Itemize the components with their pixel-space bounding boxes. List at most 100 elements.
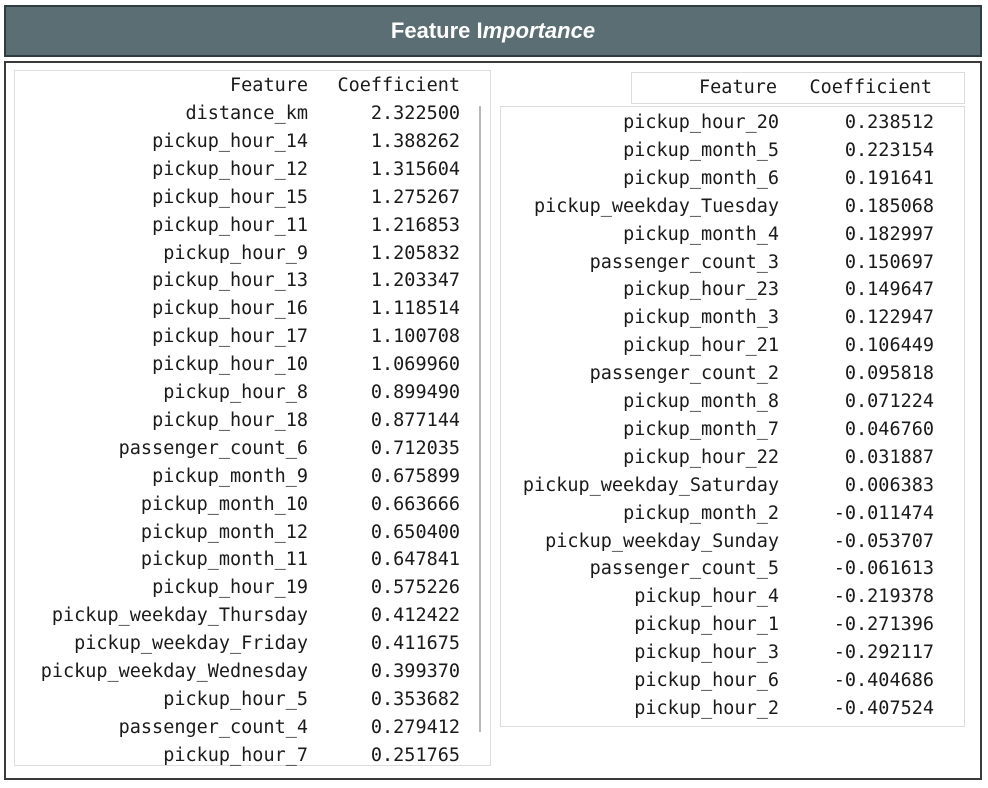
feature-cell: passenger_count_4 (118, 716, 308, 738)
coefficient-cell: 0.399370 (370, 661, 460, 682)
coefficient-cell: 0.899490 (370, 382, 460, 403)
coefficient-cell: 0.106449 (844, 335, 934, 357)
feature-cell: pickup_hour_15 (152, 186, 308, 208)
coefficient-cell: -0.219378 (833, 586, 934, 608)
coefficient-cell: -0.292117 (833, 642, 934, 664)
feature-cell: pickup_hour_13 (152, 270, 308, 292)
coefficient-cell: 0.191641 (844, 167, 934, 189)
feature-cell: pickup_month_5 (623, 139, 779, 161)
feature-cell: pickup_hour_18 (152, 409, 308, 431)
feature-cell: pickup_month_12 (140, 521, 308, 543)
feature-cell: pickup_hour_4 (634, 586, 779, 608)
feature-cell: pickup_hour_12 (152, 158, 308, 180)
coefficient-cell: -0.404686 (833, 670, 934, 691)
coefficient-cell: 0.149647 (844, 279, 934, 301)
coefficient-cell: 0.712035 (370, 437, 460, 459)
coefficient-cell: -0.061613 (833, 558, 934, 580)
coefficient-cell: 0.031887 (844, 446, 934, 468)
feature-cell: pickup_hour_2 (634, 697, 779, 719)
coefficient-cell: -0.011474 (833, 502, 934, 524)
feature-cell: pickup_weekday_Wednesday (40, 661, 308, 682)
feature-cell: pickup_hour_6 (634, 670, 779, 691)
feature-cell: pickup_weekday_Thursday (51, 605, 308, 627)
feature-cell: passenger_count_2 (589, 363, 779, 385)
feature-cell: passenger_count_6 (118, 437, 308, 459)
coefficient-cell: -0.407524 (833, 697, 934, 719)
left-table-panel: Feature Coefficient distance_km 2.322500 p… (14, 70, 491, 766)
right-header-coefficient: Coefficient (809, 77, 932, 98)
coefficient-cell: 0.279412 (370, 716, 460, 738)
feature-cell: pickup_hour_5 (163, 688, 308, 710)
coefficient-cell: 1.205832 (370, 242, 460, 264)
feature-cell: pickup_month_6 (623, 167, 779, 189)
feature-cell: pickup_weekday_Friday (74, 633, 308, 655)
coefficient-cell: -0.271396 (833, 614, 934, 636)
coefficient-cell: 0.006383 (844, 474, 934, 496)
coefficient-cell: 1.315604 (370, 158, 460, 180)
right-table-header: Feature Coefficient (631, 72, 965, 104)
feature-cell: distance_km (185, 103, 308, 124)
feature-cell: passenger_count_3 (589, 251, 779, 273)
feature-cell: pickup_hour_8 (163, 382, 308, 403)
coefficient-cell: 1.216853 (370, 214, 460, 236)
coefficient-cell: 1.203347 (370, 270, 460, 292)
feature-cell: pickup_hour_9 (163, 242, 308, 264)
feature-cell: pickup_weekday_Saturday (522, 474, 779, 496)
feature-cell: passenger_count_5 (589, 558, 779, 580)
feature-cell: pickup_month_10 (140, 493, 308, 515)
coefficient-cell: 0.223154 (844, 139, 934, 161)
feature-cell: pickup_hour_23 (623, 279, 779, 301)
right-header-feature: Feature (699, 77, 777, 98)
feature-cell: pickup_month_3 (623, 307, 779, 329)
feature-cell: pickup_hour_21 (623, 335, 779, 357)
feature-cell: pickup_month_8 (623, 391, 779, 412)
coefficient-cell: 1.100708 (370, 326, 460, 348)
coefficient-cell: 0.575226 (370, 577, 460, 599)
tables-container: Feature Coefficient distance_km 2.322500 p… (4, 61, 982, 780)
feature-cell: pickup_hour_16 (152, 298, 308, 320)
feature-cell: pickup_hour_14 (152, 130, 308, 152)
coefficient-cell: 0.251765 (370, 744, 460, 766)
coefficient-cell: 0.185068 (844, 195, 934, 217)
left-header-feature: Feature (230, 75, 308, 96)
coefficient-cell: 0.182997 (844, 223, 934, 245)
coefficient-cell: 0.877144 (370, 409, 460, 431)
title-bar: Feature Importance (4, 5, 982, 57)
coefficient-cell: 0.675899 (370, 465, 460, 487)
left-header-coefficient: Coefficient (337, 75, 460, 96)
coefficient-cell: 0.122947 (844, 307, 934, 329)
coefficient-cell: 0.647841 (370, 549, 460, 571)
feature-cell: pickup_hour_19 (152, 577, 308, 599)
coefficient-cell: 1.275267 (370, 186, 460, 208)
feature-cell: pickup_hour_3 (634, 642, 779, 664)
coefficient-cell: 1.118514 (370, 298, 460, 320)
feature-cell: pickup_weekday_Sunday (545, 530, 779, 552)
coefficient-cell: 0.663666 (370, 493, 460, 515)
coefficient-cell: 0.353682 (370, 688, 460, 710)
coefficient-cell: 0.411675 (370, 633, 460, 655)
feature-cell: pickup_hour_17 (152, 326, 308, 348)
feature-cell: pickup_hour_20 (623, 112, 779, 133)
feature-cell: pickup_hour_11 (152, 214, 308, 236)
right-table-panel: pickup_hour_20 0.238512 pickup_month_5 0.22… (500, 106, 965, 727)
coefficient-cell: 0.650400 (370, 521, 460, 543)
coefficient-cell: -0.053707 (833, 530, 934, 552)
feature-cell: pickup_month_7 (623, 418, 779, 440)
coefficient-cell: 1.069960 (370, 354, 460, 376)
coefficient-cell: 0.150697 (844, 251, 934, 273)
left-table-scrollbar[interactable] (479, 106, 481, 732)
coefficient-cell: 0.412422 (370, 605, 460, 627)
feature-cell: pickup_month_9 (152, 465, 308, 487)
coefficient-cell: 0.238512 (844, 112, 934, 133)
feature-cell: pickup_hour_22 (623, 446, 779, 468)
coefficient-cell: 0.095818 (844, 363, 934, 385)
feature-cell: pickup_month_11 (140, 549, 308, 571)
coefficient-cell: 0.046760 (844, 418, 934, 440)
coefficient-cell: 1.388262 (370, 130, 460, 152)
page-title: Feature Importance (390, 18, 596, 43)
feature-cell: pickup_hour_10 (152, 354, 308, 376)
feature-cell: pickup_month_4 (623, 223, 779, 245)
feature-cell: pickup_month_2 (623, 502, 779, 524)
coefficient-cell: 2.322500 (370, 103, 460, 124)
coefficient-cell: 0.071224 (844, 391, 934, 412)
